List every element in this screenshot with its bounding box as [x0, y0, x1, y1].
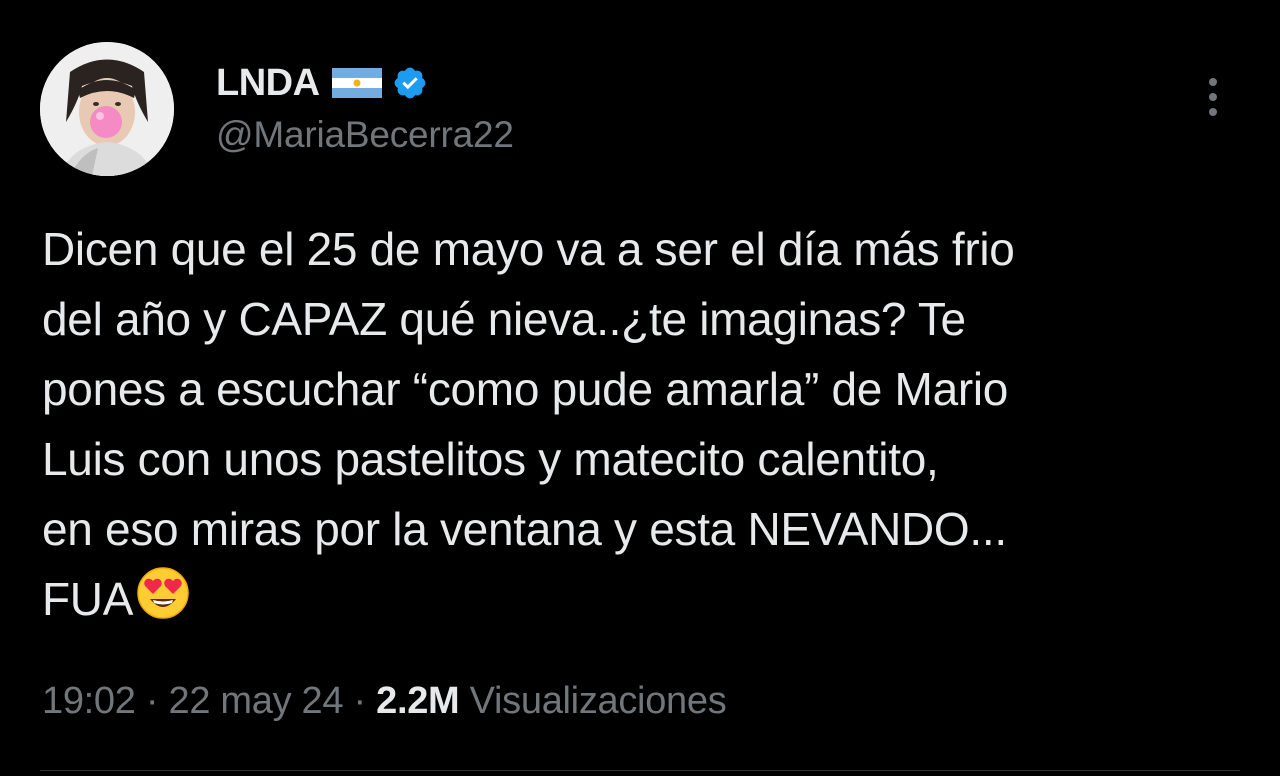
tweet-text-last-line: FUA: [42, 564, 1252, 634]
heart-eyes-emoji-icon: [135, 565, 191, 621]
author-handle[interactable]: @MariaBecerra22: [216, 114, 514, 156]
argentina-flag-icon: [331, 68, 382, 98]
tweet-date[interactable]: 22 may 24: [168, 680, 343, 722]
tweet-text-line: en eso miras por la ventana y esta NEVAN…: [42, 503, 1007, 555]
tweet-text-line: pones a escuchar “como pude amarla” de M…: [42, 363, 1009, 415]
tweet-text-line: Dicen que el 25 de mayo va a ser el día …: [42, 223, 1015, 275]
tweet-text: Dicen que el 25 de mayo va a ser el día …: [42, 214, 1252, 634]
meta-separator: ·: [145, 680, 159, 722]
tweet-time[interactable]: 19:02: [42, 680, 136, 722]
author-display-name[interactable]: LNDA: [216, 62, 320, 105]
avatar-photo: [40, 42, 174, 176]
views-count[interactable]: 2.2M: [376, 680, 460, 722]
author-name-row[interactable]: LNDA: [216, 60, 428, 106]
views-label[interactable]: Visualizaciones: [470, 680, 727, 722]
tweet-meta: 19:02 · 22 may 24 · 2.2M Visualizaciones: [42, 680, 727, 723]
meta-separator: ·: [353, 680, 367, 722]
tweet-card: LNDA @MariaBecerra22 Dicen que el 25 de …: [0, 0, 1280, 776]
verified-badge-icon[interactable]: [392, 65, 428, 101]
divider: [40, 770, 1240, 771]
tweet-text-line: FUA: [42, 573, 134, 625]
more-options-icon[interactable]: [1198, 74, 1228, 120]
avatar[interactable]: [40, 42, 174, 176]
tweet-text-line: del año y CAPAZ qué nieva..¿te imaginas?…: [42, 293, 966, 345]
tweet-text-line: Luis con unos pastelitos y matecito cale…: [42, 433, 939, 485]
